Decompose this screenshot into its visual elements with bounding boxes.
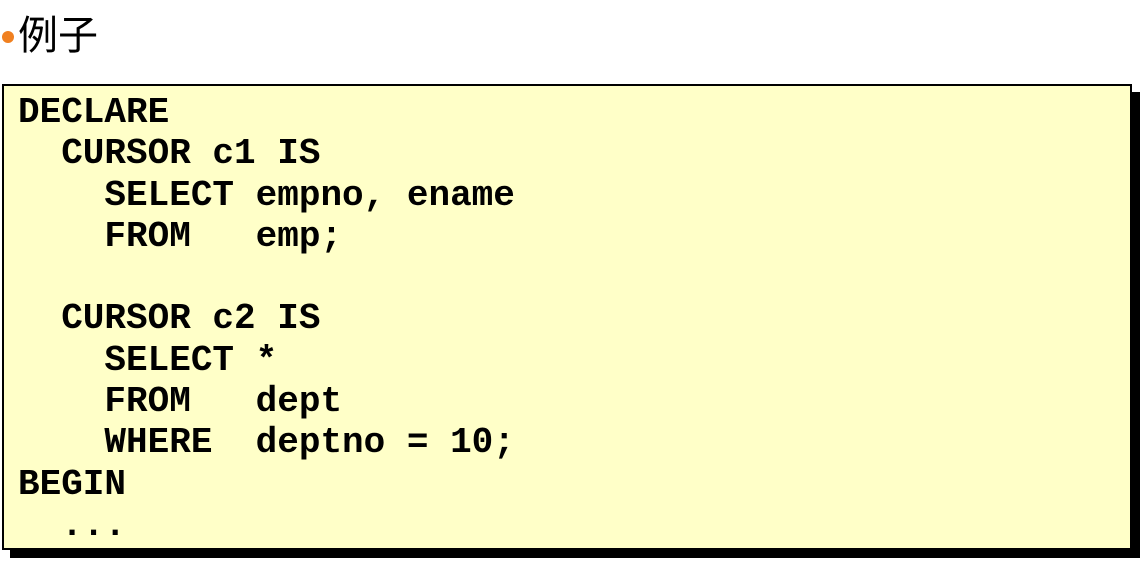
code-box: DECLARE CURSOR c1 IS SELECT empno, ename… xyxy=(2,84,1132,550)
code-line: CURSOR c2 IS xyxy=(18,298,321,340)
code-line: FROM emp; xyxy=(18,215,343,257)
code-line: DECLARE xyxy=(18,92,170,133)
slide-heading: 例子 xyxy=(2,10,98,62)
bullet-icon xyxy=(2,31,14,43)
code-line: ... xyxy=(18,504,127,546)
code-line: SELECT empno, ename xyxy=(18,174,515,216)
code-line: FROM dept xyxy=(18,381,343,423)
code-line: SELECT * xyxy=(18,339,278,381)
code-line: BEGIN xyxy=(18,463,127,505)
code-line: CURSOR c1 IS xyxy=(18,133,321,175)
heading-text: 例子 xyxy=(18,13,98,59)
code-block: DECLARE CURSOR c1 IS SELECT empno, ename… xyxy=(18,92,515,546)
code-line: WHERE deptno = 10; xyxy=(18,422,515,464)
